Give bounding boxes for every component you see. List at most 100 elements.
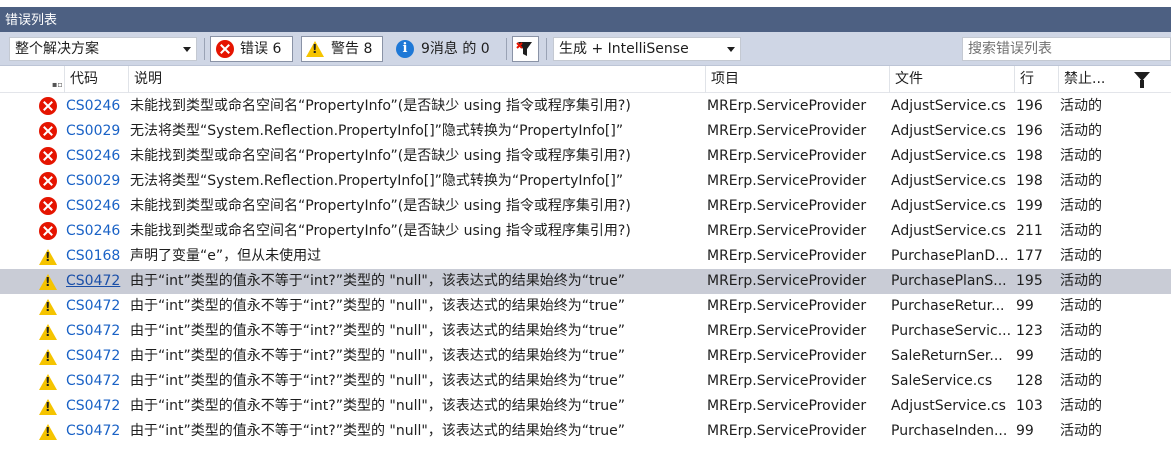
messages-filter-button[interactable]: i 9消息 的 0	[391, 36, 505, 62]
table-row[interactable]: CS0472由于“int”类型的值永不等于“int?”类型的 "null"，该表…	[0, 319, 1171, 344]
error-code-link[interactable]: CS0246	[66, 144, 126, 169]
error-suppression-state: 活动的	[1060, 123, 1102, 139]
filter-toggle-icon	[516, 42, 532, 56]
error-suppression-state: 活动的	[1060, 423, 1102, 439]
table-row[interactable]: CS0472由于“int”类型的值永不等于“int?”类型的 "null"，该表…	[0, 394, 1171, 419]
scope-dropdown[interactable]: 整个解决方案	[9, 37, 197, 61]
warnings-filter-button[interactable]: 警告 8	[301, 36, 383, 62]
title-strip: 错误列表	[0, 7, 1171, 32]
error-code-link[interactable]: CS0472	[66, 269, 126, 294]
error-icon	[39, 122, 57, 140]
error-line: 199	[1016, 198, 1043, 214]
error-description: 未能找到类型或命名空间名“PropertyInfo”(是否缺少 using 指令…	[130, 198, 631, 214]
column-header-code[interactable]: 代码	[65, 66, 129, 93]
table-row[interactable]: CS0029 无法将类型“System.Reflection.PropertyIn…	[0, 169, 1171, 194]
column-header-project[interactable]: 项目	[706, 66, 890, 93]
column-label-code: 代码	[70, 71, 98, 87]
table-row[interactable]: CS0246 未能找到类型或命名空间名“PropertyInfo”(是否缺少 us…	[0, 219, 1171, 244]
table-row[interactable]: CS0472由于“int”类型的值永不等于“int?”类型的 "null"，该表…	[0, 344, 1171, 369]
error-project: MRErp.ServiceProvider	[707, 323, 867, 339]
error-suppression-state: 活动的	[1060, 173, 1102, 189]
column-header-line[interactable]: 行	[1015, 66, 1059, 93]
error-file: PurchaseRetur...	[891, 298, 1005, 314]
chevron-down-icon	[727, 47, 735, 52]
error-code-link[interactable]: CS0472	[66, 394, 126, 419]
error-description: 由于“int”类型的值永不等于“int?”类型的 "null"，该表达式的结果始…	[130, 423, 626, 439]
error-suppression-state: 活动的	[1060, 323, 1102, 339]
error-code-link[interactable]: CS0029	[66, 119, 126, 144]
error-file: PurchasePlanS...	[891, 273, 1007, 289]
error-description: 由于“int”类型的值永不等于“int?”类型的 "null"，该表达式的结果始…	[130, 273, 626, 289]
filter-funnel-icon[interactable]	[1134, 72, 1150, 88]
error-description: 未能找到类型或命名空间名“PropertyInfo”(是否缺少 using 指令…	[130, 98, 631, 114]
error-line: 198	[1016, 148, 1043, 164]
error-line: 211	[1016, 223, 1043, 239]
table-row[interactable]: CS0472由于“int”类型的值永不等于“int?”类型的 "null"，该表…	[0, 269, 1171, 294]
error-line: 99	[1016, 298, 1034, 314]
error-description: 由于“int”类型的值永不等于“int?”类型的 "null"，该表达式的结果始…	[130, 373, 626, 389]
error-file: AdjustService.cs	[891, 98, 1006, 114]
table-row[interactable]: CS0246 未能找到类型或命名空间名“PropertyInfo”(是否缺少 us…	[0, 94, 1171, 119]
error-code-link[interactable]: CS0472	[66, 369, 126, 394]
error-line: 128	[1016, 373, 1043, 389]
table-row[interactable]: CS0246 未能找到类型或命名空间名“PropertyInfo”(是否缺少 us…	[0, 144, 1171, 169]
error-code-link[interactable]: CS0029	[66, 169, 126, 194]
error-project: MRErp.ServiceProvider	[707, 373, 867, 389]
column-label-description: 说明	[134, 71, 162, 87]
error-line: 196	[1016, 123, 1043, 139]
column-header-suppression[interactable]: 禁止...	[1059, 66, 1171, 93]
error-description: 由于“int”类型的值永不等于“int?”类型的 "null"，该表达式的结果始…	[130, 348, 626, 364]
error-description: 由于“int”类型的值永不等于“int?”类型的 "null"，该表达式的结果始…	[130, 323, 626, 339]
error-code-link[interactable]: CS0472	[66, 419, 126, 444]
error-suppression-state: 活动的	[1060, 198, 1102, 214]
error-code-link[interactable]: CS0246	[66, 94, 126, 119]
warning-icon	[39, 349, 57, 365]
error-description: 未能找到类型或命名空间名“PropertyInfo”(是否缺少 using 指令…	[130, 223, 631, 239]
error-icon	[39, 172, 57, 190]
error-description: 由于“int”类型的值永不等于“int?”类型的 "null"，该表达式的结果始…	[130, 398, 626, 414]
column-label-project: 项目	[711, 71, 739, 87]
error-project: MRErp.ServiceProvider	[707, 148, 867, 164]
error-project: MRErp.ServiceProvider	[707, 248, 867, 264]
table-row[interactable]: CS0472由于“int”类型的值永不等于“int?”类型的 "null"，该表…	[0, 419, 1171, 444]
table-row[interactable]: CS0246 未能找到类型或命名空间名“PropertyInfo”(是否缺少 us…	[0, 194, 1171, 219]
error-description: 未能找到类型或命名空间名“PropertyInfo”(是否缺少 using 指令…	[130, 148, 631, 164]
error-suppression-state: 活动的	[1060, 148, 1102, 164]
error-code-link[interactable]: CS0472	[66, 294, 126, 319]
search-input[interactable]	[963, 38, 1170, 60]
build-source-value: 生成 + IntelliSense	[559, 41, 689, 57]
table-row[interactable]: CS0029 无法将类型“System.Reflection.PropertyIn…	[0, 119, 1171, 144]
build-only-filter-button[interactable]	[512, 36, 539, 62]
error-code-link[interactable]: CS0246	[66, 194, 126, 219]
errors-filter-label: 错误 6	[240, 41, 282, 57]
table-row[interactable]: CS0472由于“int”类型的值永不等于“int?”类型的 "null"，该表…	[0, 294, 1171, 319]
error-line: 123	[1016, 323, 1043, 339]
column-header-icon[interactable]: ▪▫	[0, 66, 65, 93]
column-header-description[interactable]: 说明	[129, 66, 706, 93]
error-code-link[interactable]: CS0472	[66, 319, 126, 344]
error-file: PurchaseInden...	[891, 423, 1008, 439]
error-code-link[interactable]: CS0472	[66, 344, 126, 369]
search-box[interactable]	[962, 37, 1171, 61]
error-code-link[interactable]: CS0246	[66, 219, 126, 244]
toolbar-separator	[506, 38, 507, 60]
column-label-suppression: 禁止...	[1064, 71, 1106, 87]
error-project: MRErp.ServiceProvider	[707, 198, 867, 214]
error-file: AdjustService.cs	[891, 223, 1006, 239]
build-source-dropdown[interactable]: 生成 + IntelliSense	[553, 37, 741, 61]
error-suppression-state: 活动的	[1060, 273, 1102, 289]
table-row[interactable]: CS0168声明了变量“e”，但从未使用过 MRErp.ServiceProvid…	[0, 244, 1171, 269]
error-project: MRErp.ServiceProvider	[707, 273, 867, 289]
column-header-file[interactable]: 文件	[890, 66, 1015, 93]
warning-icon	[39, 274, 57, 290]
error-line: 103	[1016, 398, 1043, 414]
error-code-link[interactable]: CS0168	[66, 244, 126, 269]
error-project: MRErp.ServiceProvider	[707, 398, 867, 414]
warning-icon	[39, 399, 57, 415]
error-suppression-state: 活动的	[1060, 223, 1102, 239]
error-project: MRErp.ServiceProvider	[707, 173, 867, 189]
errors-filter-button[interactable]: 错误 6	[210, 36, 293, 62]
error-line: 195	[1016, 273, 1043, 289]
table-row[interactable]: CS0472由于“int”类型的值永不等于“int?”类型的 "null"，该表…	[0, 369, 1171, 394]
error-line: 99	[1016, 348, 1034, 364]
